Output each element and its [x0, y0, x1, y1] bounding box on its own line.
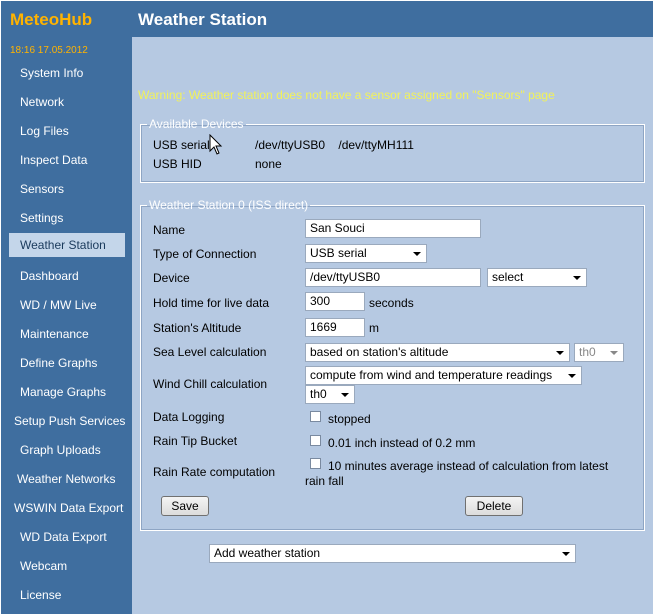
- wind-chill-sensor-value: th0: [310, 387, 327, 401]
- sidebar-item-webcam[interactable]: Webcam: [20, 554, 67, 578]
- sea-level-sensor-value: th0: [579, 345, 596, 359]
- data-logging-status: stopped: [328, 412, 371, 426]
- add-weather-station-select[interactable]: Add weather station: [209, 544, 576, 563]
- sea-level-select[interactable]: based on station's altitude: [305, 343, 570, 362]
- chevron-down-icon: [413, 252, 421, 256]
- device-select[interactable]: select: [487, 268, 587, 287]
- rain-rate-label: Rain Rate computation: [153, 465, 276, 479]
- altitude-label: Station's Altitude: [153, 321, 242, 335]
- altitude-unit: m: [369, 321, 379, 335]
- sea-level-label: Sea Level calculation: [153, 345, 267, 359]
- sidebar-item-network[interactable]: Network: [20, 90, 64, 114]
- warning-message: Warning: Weather station does not have a…: [138, 88, 555, 102]
- chevron-down-icon: [610, 351, 618, 355]
- wind-chill-select[interactable]: compute from wind and temperature readin…: [305, 366, 582, 385]
- name-label: Name: [153, 223, 186, 237]
- chevron-down-icon: [556, 351, 564, 355]
- sidebar-item-wswin-data-export[interactable]: WSWIN Data Export: [14, 496, 123, 520]
- available-devices-legend: Available Devices: [149, 117, 244, 131]
- sidebar-item-log-files[interactable]: Log Files: [20, 119, 69, 143]
- sea-level-sensor-select[interactable]: th0: [574, 343, 624, 362]
- device-select-value: select: [492, 270, 524, 284]
- usb-serial-label: USB serial: [153, 138, 210, 152]
- mouse-cursor-icon: [209, 134, 223, 155]
- header-bar: Weather Station: [132, 1, 653, 37]
- sidebar-item-settings[interactable]: Settings: [20, 206, 63, 230]
- rain-rate-text-line2: rain fall: [305, 474, 344, 488]
- hold-time-label: Hold time for live data: [153, 296, 270, 310]
- usb-hid-value: none: [255, 157, 282, 171]
- sidebar-item-wd-mw-live[interactable]: WD / MW Live: [20, 293, 97, 317]
- connection-type-label: Type of Connection: [153, 247, 257, 261]
- usb-hid-label: USB HID: [153, 157, 202, 171]
- rain-rate-text-line1: 10 minutes average instead of calculatio…: [328, 459, 609, 473]
- wind-chill-label: Wind Chill calculation: [153, 377, 268, 391]
- rain-tip-label: Rain Tip Bucket: [153, 434, 238, 448]
- page-title: Weather Station: [138, 10, 268, 29]
- chevron-down-icon: [562, 552, 570, 556]
- sidebar-item-manage-graphs[interactable]: Manage Graphs: [20, 380, 106, 404]
- data-logging-label: Data Logging: [153, 410, 225, 424]
- save-button[interactable]: Save: [161, 496, 209, 516]
- rain-tip-checkbox[interactable]: [310, 435, 321, 446]
- delete-button[interactable]: Delete: [465, 496, 523, 516]
- chevron-down-icon: [573, 276, 581, 280]
- chevron-down-icon: [341, 393, 349, 397]
- hold-time-unit: seconds: [369, 296, 414, 310]
- sidebar: MeteoHub 18:16 17.05.2012 System Info Ne…: [1, 1, 132, 614]
- sidebar-item-setup-push-services[interactable]: Setup Push Services: [14, 409, 130, 433]
- hold-time-input[interactable]: 300: [305, 292, 365, 311]
- sidebar-item-weather-networks[interactable]: Weather Networks: [17, 467, 115, 491]
- connection-type-value: USB serial: [310, 246, 367, 260]
- add-weather-station-value: Add weather station: [214, 546, 321, 560]
- chevron-down-icon: [568, 374, 576, 378]
- rain-tip-text: 0.01 inch instead of 0.2 mm: [328, 436, 476, 450]
- datetime-display: 18:16 17.05.2012: [10, 45, 88, 56]
- data-logging-checkbox[interactable]: [310, 411, 321, 422]
- wind-chill-sensor-select[interactable]: th0: [305, 385, 355, 404]
- sea-level-value: based on station's altitude: [310, 345, 449, 359]
- device-label: Device: [153, 271, 190, 285]
- weather-station-legend: Weather Station 0 (ISS direct): [149, 198, 309, 212]
- sidebar-item-graph-uploads[interactable]: Graph Uploads: [20, 438, 101, 462]
- connection-type-select[interactable]: USB serial: [305, 244, 427, 263]
- sidebar-item-weather-station[interactable]: Weather Station: [9, 233, 125, 257]
- usb-serial-devices: /dev/ttyUSB0 /dev/ttyMH111: [255, 138, 414, 152]
- wind-chill-value: compute from wind and temperature readin…: [310, 368, 553, 382]
- rain-rate-checkbox[interactable]: [310, 458, 321, 469]
- sidebar-item-sensors[interactable]: Sensors: [20, 177, 64, 201]
- app-logo: MeteoHub: [10, 10, 93, 29]
- device-input[interactable]: /dev/ttyUSB0: [305, 268, 481, 287]
- sidebar-item-maintenance[interactable]: Maintenance: [20, 322, 89, 346]
- main-content: Warning: Weather station does not have a…: [132, 37, 653, 614]
- station-name-input[interactable]: San Souci: [305, 219, 481, 238]
- sidebar-item-system-info[interactable]: System Info: [20, 61, 83, 85]
- sidebar-item-wd-data-export[interactable]: WD Data Export: [20, 525, 107, 549]
- sidebar-item-define-graphs[interactable]: Define Graphs: [20, 351, 97, 375]
- sidebar-item-license[interactable]: License: [20, 583, 61, 607]
- altitude-input[interactable]: 1669: [305, 318, 365, 337]
- sidebar-item-dashboard[interactable]: Dashboard: [20, 264, 79, 288]
- sidebar-item-inspect-data[interactable]: Inspect Data: [20, 148, 87, 172]
